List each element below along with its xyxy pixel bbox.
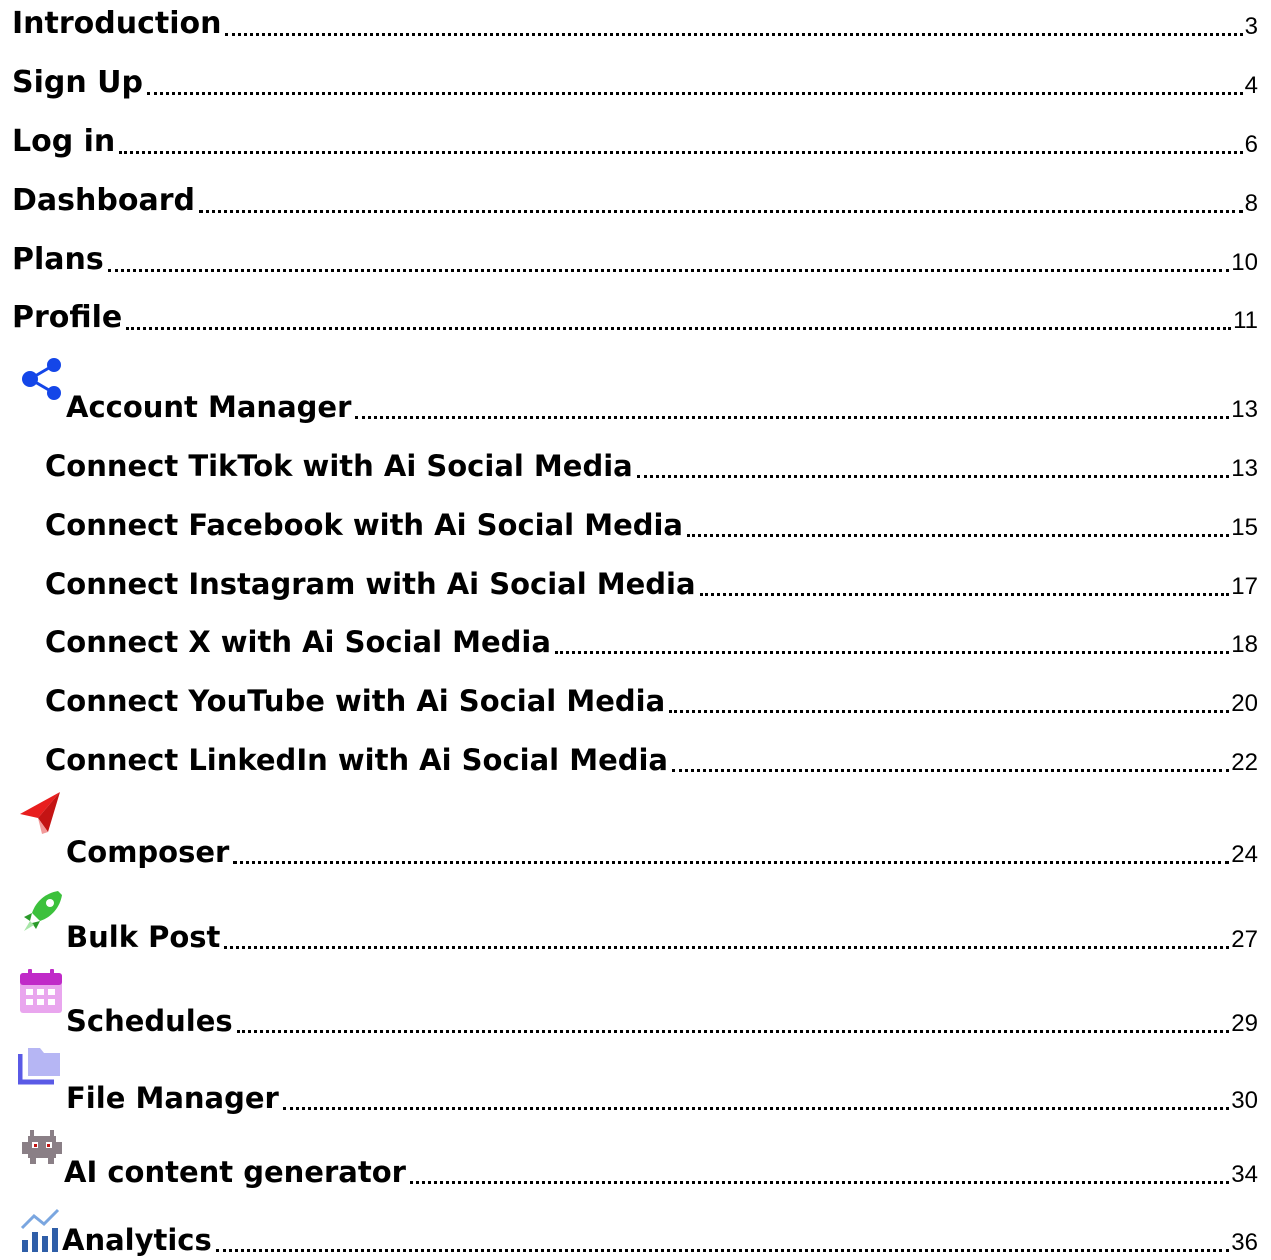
- toc-entry-profile[interactable]: Profile 11: [12, 294, 1258, 338]
- toc-entry-plans[interactable]: Plans 10: [12, 236, 1258, 280]
- toc-entry-sign-up[interactable]: Sign Up 4: [12, 59, 1258, 103]
- share-icon: [18, 358, 66, 423]
- toc-entry-connect-youtube[interactable]: Connect YouTube with Ai Social Media 20: [45, 677, 1258, 721]
- toc-leader-dots: [147, 92, 1243, 95]
- toc-page-number: 20: [1231, 690, 1258, 717]
- toc-title: Sign Up: [12, 65, 144, 100]
- toc-title: Composer: [66, 835, 230, 869]
- toc-entry-introduction[interactable]: Introduction 3: [12, 0, 1258, 44]
- toc-title: Plans: [12, 242, 104, 277]
- toc-leader-dots: [687, 534, 1230, 537]
- toc-page-number: 27: [1231, 926, 1258, 953]
- toc-entry-schedules[interactable]: Schedules 29: [18, 969, 1258, 1041]
- toc-page-number: 6: [1244, 131, 1258, 158]
- toc-title: Connect Facebook with Ai Social Media: [45, 508, 683, 542]
- toc-entry-connect-tiktok[interactable]: Connect TikTok with Ai Social Media 13: [45, 442, 1258, 486]
- toc-leader-dots: [107, 269, 1230, 272]
- toc-leader-dots: [355, 416, 1230, 419]
- toc-title: Introduction: [12, 6, 222, 41]
- toc-title: Bulk Post: [66, 920, 221, 954]
- toc-page-number: 15: [1231, 514, 1258, 541]
- toc-entry-composer[interactable]: Composer 24: [18, 792, 1258, 872]
- toc-entry-file-manager[interactable]: File Manager 30: [18, 1048, 1258, 1118]
- toc-entry-dashboard[interactable]: Dashboard 8: [12, 177, 1258, 221]
- toc-leader-dots: [225, 33, 1243, 36]
- toc-leader-dots: [119, 151, 1243, 154]
- toc-page-number: 29: [1231, 1010, 1258, 1037]
- toc-entry-connect-x[interactable]: Connect X with Ai Social Media 18: [45, 618, 1258, 662]
- chart-icon: [18, 1208, 66, 1260]
- toc-page-number: 18: [1231, 631, 1258, 658]
- toc-entry-connect-facebook[interactable]: Connect Facebook with Ai Social Media 15: [45, 501, 1258, 545]
- toc-leader-dots: [409, 1181, 1230, 1184]
- toc-page-number: 3: [1244, 13, 1258, 40]
- toc-leader-dots: [215, 1249, 1230, 1252]
- alien-monster-icon: [18, 1130, 66, 1188]
- toc-page-number: 8: [1244, 190, 1258, 217]
- toc-page-number: 30: [1231, 1087, 1258, 1114]
- toc-leader-dots: [198, 210, 1243, 213]
- toc-title: Profile: [12, 300, 123, 335]
- rocket-icon: [18, 891, 66, 953]
- toc-title: Connect X with Ai Social Media: [45, 625, 551, 659]
- toc-leader-dots: [282, 1107, 1230, 1110]
- toc-page-number: 22: [1231, 749, 1258, 776]
- toc-leader-dots: [554, 651, 1230, 654]
- calendar-icon: [18, 969, 66, 1037]
- toc-leader-dots: [669, 710, 1230, 713]
- toc-leader-dots: [233, 861, 1230, 864]
- toc-entry-connect-instagram[interactable]: Connect Instagram with Ai Social Media 1…: [45, 560, 1258, 604]
- toc-page-number: 4: [1244, 72, 1258, 99]
- toc-title: Dashboard: [12, 183, 195, 218]
- toc-title: Analytics: [62, 1223, 212, 1257]
- toc-leader-dots: [672, 769, 1230, 772]
- toc-title: Account Manager: [66, 390, 352, 424]
- toc-entry-analytics[interactable]: Analytics 36: [18, 1208, 1258, 1260]
- toc-title: Connect Instagram with Ai Social Media: [45, 567, 696, 601]
- toc-leader-dots: [699, 593, 1230, 596]
- toc-entry-bulk-post[interactable]: Bulk Post 27: [18, 891, 1258, 957]
- toc-title: Connect YouTube with Ai Social Media: [45, 684, 666, 718]
- toc-page-number: 11: [1233, 307, 1258, 334]
- toc-entry-ai-content-generator[interactable]: AI content generator 34: [18, 1130, 1258, 1192]
- toc-entry-log-in[interactable]: Log in 6: [12, 118, 1258, 162]
- toc-page-number: 17: [1231, 573, 1258, 600]
- toc-title: AI content generator: [64, 1155, 406, 1189]
- toc-leader-dots: [236, 1030, 1230, 1033]
- toc-title: Log in: [12, 124, 116, 159]
- toc-title: File Manager: [66, 1081, 279, 1115]
- toc-entry-account-manager[interactable]: Account Manager 13: [18, 358, 1258, 427]
- toc-leader-dots: [636, 475, 1230, 478]
- toc-page-number: 13: [1231, 396, 1258, 423]
- toc-entry-connect-linkedin[interactable]: Connect LinkedIn with Ai Social Media 22: [45, 736, 1258, 780]
- toc-leader-dots: [126, 327, 1232, 330]
- toc-page-number: 24: [1231, 841, 1258, 868]
- toc-page-number: 34: [1231, 1161, 1258, 1188]
- toc-title: Connect TikTok with Ai Social Media: [45, 449, 633, 483]
- toc-page-number: 13: [1231, 455, 1258, 482]
- toc-leader-dots: [224, 946, 1230, 949]
- paper-plane-icon: [18, 792, 66, 868]
- toc-page-number: 10: [1231, 249, 1258, 276]
- toc-title: Schedules: [66, 1004, 233, 1038]
- folder-icon: [18, 1048, 66, 1114]
- toc-page-number: 36: [1231, 1229, 1258, 1256]
- toc-title: Connect LinkedIn with Ai Social Media: [45, 743, 669, 777]
